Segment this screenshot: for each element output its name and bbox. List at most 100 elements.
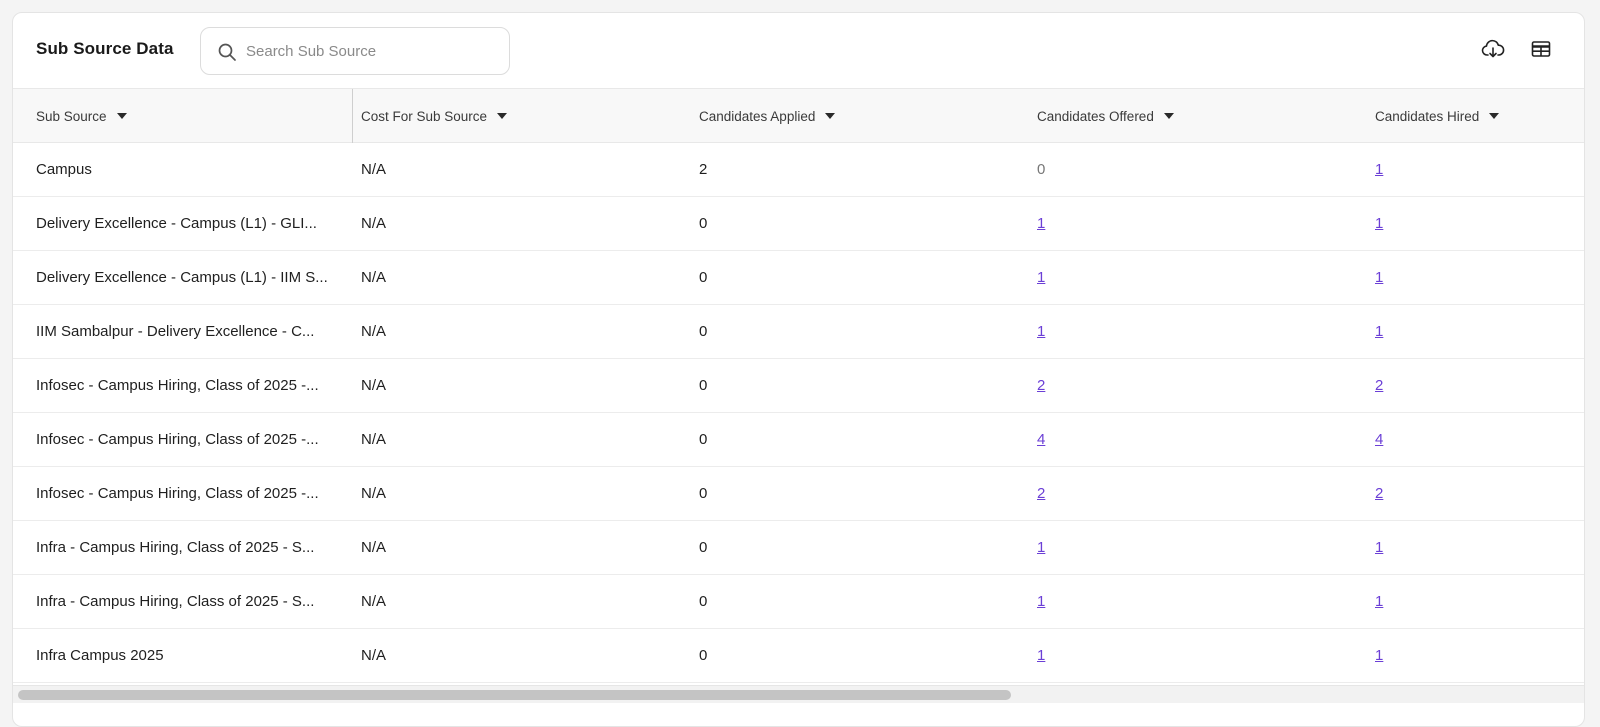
hired-link[interactable]: 1: [1375, 269, 1383, 286]
hired-link[interactable]: 1: [1375, 647, 1383, 664]
applied-cell: 0: [699, 485, 708, 502]
offered-link[interactable]: 1: [1037, 323, 1045, 340]
hired-link[interactable]: 2: [1375, 377, 1383, 394]
applied-cell: 0: [699, 377, 708, 394]
column-header-sub-source[interactable]: Sub Source: [36, 89, 127, 143]
table-columns-icon: [1531, 40, 1551, 63]
column-header-cost[interactable]: Cost For Sub Source: [361, 89, 508, 143]
sub-source-cell: Infra - Campus Hiring, Class of 2025 - S…: [36, 539, 315, 556]
offered-cell: 1: [1037, 251, 1337, 304]
download-button[interactable]: [1480, 38, 1506, 64]
hired-cell: 1: [1375, 575, 1575, 628]
sub-source-cell: Infosec - Campus Hiring, Class of 2025 -…: [36, 431, 319, 448]
offered-cell: 1: [1037, 197, 1337, 250]
offered-link[interactable]: 1: [1037, 215, 1045, 232]
hired-link[interactable]: 1: [1375, 539, 1383, 556]
cost-cell: N/A: [361, 323, 387, 340]
column-header-label: Sub Source: [36, 108, 107, 124]
sub-source-table: Sub Source Cost For Sub Source Candidate…: [13, 88, 1584, 683]
column-header-applied[interactable]: Candidates Applied: [699, 89, 836, 143]
hired-link[interactable]: 1: [1375, 161, 1383, 178]
search-input[interactable]: [246, 38, 496, 64]
offered-link[interactable]: 2: [1037, 377, 1045, 394]
hired-link[interactable]: 2: [1375, 485, 1383, 502]
caret-down-icon[interactable]: [497, 113, 508, 119]
cost-cell: N/A: [361, 539, 387, 556]
cost-cell: N/A: [361, 647, 387, 664]
caret-down-icon[interactable]: [1163, 113, 1174, 119]
table-header: Sub Source Cost For Sub Source Candidate…: [13, 88, 1584, 143]
cost-cell: N/A: [361, 269, 387, 286]
table-row: Delivery Excellence - Campus (L1) - GLI.…: [13, 197, 1584, 251]
hired-link[interactable]: 1: [1375, 593, 1383, 610]
sub-source-cell: Infra - Campus Hiring, Class of 2025 - S…: [36, 593, 315, 610]
cost-cell: N/A: [361, 161, 387, 178]
table-row: Infra - Campus Hiring, Class of 2025 - S…: [13, 575, 1584, 629]
column-header-label: Cost For Sub Source: [361, 108, 488, 124]
cloud-download-icon: [1481, 38, 1505, 65]
sub-source-cell: Campus: [36, 161, 92, 178]
cost-cell: N/A: [361, 377, 387, 394]
hired-cell: 1: [1375, 305, 1575, 358]
offered-cell: 1: [1037, 629, 1337, 682]
hired-cell: 1: [1375, 629, 1575, 682]
sub-source-cell: Delivery Excellence - Campus (L1) - IIM …: [36, 269, 328, 286]
offered-cell: 4: [1037, 413, 1337, 466]
applied-cell: 0: [699, 269, 708, 286]
sub-source-cell: Infosec - Campus Hiring, Class of 2025 -…: [36, 485, 319, 502]
offered-link[interactable]: 4: [1037, 431, 1045, 448]
search-box[interactable]: [200, 27, 510, 75]
offered-link[interactable]: 1: [1037, 593, 1045, 610]
hired-link[interactable]: 4: [1375, 431, 1383, 448]
column-header-offered[interactable]: Candidates Offered: [1037, 89, 1174, 143]
applied-cell: 0: [699, 431, 708, 448]
offered-cell: 0: [1037, 143, 1337, 196]
hired-link[interactable]: 1: [1375, 323, 1383, 340]
hired-link[interactable]: 1: [1375, 215, 1383, 232]
table-row: Infra - Campus Hiring, Class of 2025 - S…: [13, 521, 1584, 575]
table-row: Infra Campus 2025 N/A 0 1 1: [13, 629, 1584, 683]
table-row: Infosec - Campus Hiring, Class of 2025 -…: [13, 359, 1584, 413]
cost-cell: N/A: [361, 431, 387, 448]
cost-cell: N/A: [361, 485, 387, 502]
cost-cell: N/A: [361, 593, 387, 610]
sub-source-card: Sub Source Data Search Sub Source Sub So…: [12, 12, 1585, 727]
column-header-label: Candidates Hired: [1375, 108, 1480, 124]
horizontal-scrollbar[interactable]: [13, 685, 1584, 703]
offered-cell: 2: [1037, 467, 1337, 520]
offered-link[interactable]: 1: [1037, 539, 1045, 556]
offered-cell: 1: [1037, 575, 1337, 628]
applied-cell: 0: [699, 323, 708, 340]
caret-down-icon[interactable]: [1489, 113, 1500, 119]
hired-cell: 1: [1375, 197, 1575, 250]
column-header-label: Candidates Offered: [1037, 108, 1154, 124]
caret-down-icon[interactable]: [116, 113, 127, 119]
offered-cell: 1: [1037, 305, 1337, 358]
column-settings-button[interactable]: [1528, 38, 1554, 64]
table-row: Infosec - Campus Hiring, Class of 2025 -…: [13, 467, 1584, 521]
cost-cell: N/A: [361, 215, 387, 232]
column-resize-handle[interactable]: [352, 89, 353, 143]
table-row: Delivery Excellence - Campus (L1) - IIM …: [13, 251, 1584, 305]
applied-cell: 0: [699, 539, 708, 556]
caret-down-icon[interactable]: [825, 113, 836, 119]
applied-cell: 0: [699, 593, 708, 610]
offered-cell: 1: [1037, 521, 1337, 574]
applied-cell: 2: [699, 161, 708, 178]
applied-cell: 0: [699, 647, 708, 664]
hired-cell: 1: [1375, 251, 1575, 304]
offered-value: 0: [1037, 161, 1046, 178]
search-icon: [217, 42, 237, 62]
offered-link[interactable]: 2: [1037, 485, 1045, 502]
column-header-hired[interactable]: Candidates Hired: [1375, 89, 1500, 143]
column-header-label: Candidates Applied: [699, 108, 816, 124]
offered-link[interactable]: 1: [1037, 647, 1045, 664]
sub-source-cell: Infra Campus 2025: [36, 647, 164, 664]
sub-source-cell: IIM Sambalpur - Delivery Excellence - C.…: [36, 323, 315, 340]
offered-link[interactable]: 1: [1037, 269, 1045, 286]
hired-cell: 2: [1375, 467, 1575, 520]
scrollbar-thumb[interactable]: [18, 690, 1011, 700]
offered-cell: 2: [1037, 359, 1337, 412]
hired-cell: 4: [1375, 413, 1575, 466]
hired-cell: 1: [1375, 143, 1575, 196]
